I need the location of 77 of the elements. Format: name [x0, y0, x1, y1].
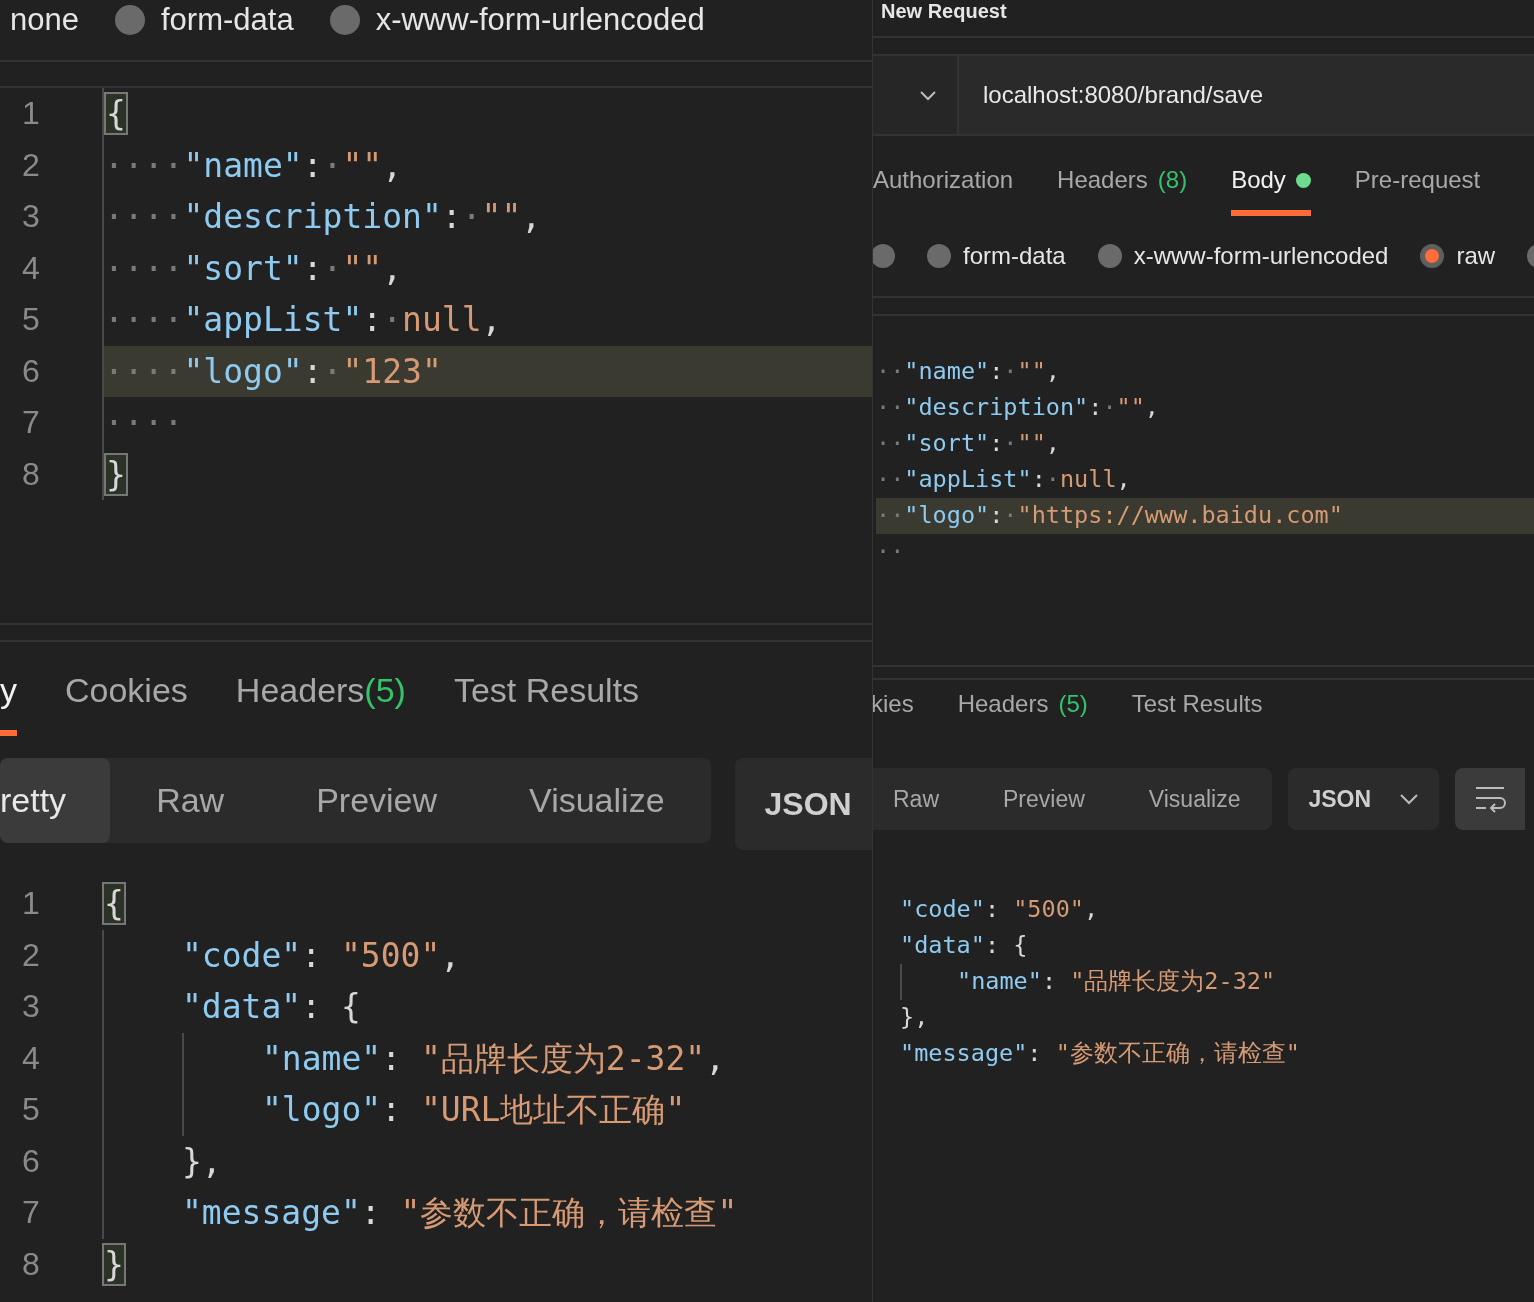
radio-option[interactable]: form-data	[927, 238, 1066, 274]
tab[interactable]: Headers (5)	[957, 686, 1088, 740]
tab[interactable]: Authorization	[873, 162, 1014, 216]
code-line: ····"name":·"",	[104, 144, 403, 187]
code-line: ····"description":·"",	[104, 196, 542, 238]
tab[interactable]: Headers (8)	[1057, 162, 1188, 216]
radio-option[interactable]: form-data	[114, 0, 294, 44]
code-line: ····"appList":·null,	[104, 299, 502, 341]
format-dropdown[interactable]: JSON	[1288, 768, 1440, 830]
line-number: 7	[21, 403, 41, 442]
tab[interactable]: Test Results	[453, 665, 640, 736]
line-number: 8	[21, 454, 41, 494]
radio-button[interactable]	[927, 244, 951, 268]
view-mode-tab[interactable]: Visualize	[1116, 768, 1273, 830]
code-line: ··"appList":·null,	[876, 464, 1131, 496]
code-line: "code": "500",	[900, 894, 1099, 926]
line-number: 2	[21, 145, 41, 185]
code-line: },	[182, 1140, 222, 1183]
view-mode-tab[interactable]: Preview	[971, 768, 1117, 830]
code-line: ··	[876, 536, 905, 568]
url-field[interactable]: localhost:8080/brand/save	[959, 56, 1534, 134]
code-line: ····	[104, 402, 184, 444]
line-number: 3	[21, 197, 41, 236]
wrap-lines-icon	[1474, 785, 1507, 813]
tab[interactable]: Headers(5)	[235, 665, 406, 736]
view-mode-tab[interactable]: Visualize	[483, 758, 711, 843]
tab[interactable]: Cookies	[65, 665, 188, 736]
line-number: 2	[21, 935, 41, 975]
tab[interactable]: y	[0, 665, 17, 736]
line-number: 5	[21, 300, 41, 339]
line-number: 7	[21, 1193, 41, 1232]
format-dropdown[interactable]: JSON	[734, 758, 872, 850]
code-line: "data": {	[182, 986, 361, 1028]
tab[interactable]: kies	[873, 686, 914, 740]
line-number: 1	[21, 94, 41, 133]
view-mode-tab[interactable]: Raw	[110, 758, 271, 843]
code-line: ····"sort":·"",	[104, 247, 403, 290]
caret-icon	[919, 89, 937, 101]
code-line: ····"logo":·"123"	[104, 350, 442, 393]
tab[interactable]: Pre-request	[1354, 162, 1481, 216]
code-line: "name": "品牌长度为2-32"	[957, 966, 1276, 998]
tab[interactable]: Body	[1231, 162, 1311, 216]
radio-button[interactable]	[873, 244, 895, 268]
code-line: ··"name":·"",	[876, 356, 1060, 388]
code-line: "name": "品牌长度为2-32",	[262, 1037, 726, 1080]
line-number: 4	[21, 1038, 41, 1078]
radio-option[interactable]: x-www-form-urlencoded	[329, 0, 705, 44]
code-line: },	[900, 1002, 929, 1034]
body-type-label[interactable]: none	[10, 0, 79, 44]
code-line: "data": {	[900, 930, 1028, 962]
code-line: ··"logo":·"https://www.baidu.com"	[876, 500, 1343, 532]
radio-option[interactable]: raw	[1420, 238, 1496, 274]
radio-button[interactable]	[1097, 244, 1122, 268]
line-number: 1	[21, 884, 41, 923]
line-number: 6	[21, 1141, 41, 1181]
line-number: 6	[21, 351, 41, 391]
tab[interactable]: Test Results	[1131, 686, 1263, 740]
view-mode-tab[interactable]: Preview	[270, 758, 484, 843]
wrap-lines-button[interactable]	[1455, 768, 1526, 830]
line-number: 5	[21, 1090, 41, 1129]
code-line: ··"description":·"",	[876, 392, 1159, 424]
line-number: 8	[21, 1244, 41, 1284]
radio-button[interactable]	[329, 5, 360, 35]
caret-icon	[1399, 793, 1420, 805]
line-number: 4	[21, 248, 41, 288]
radio-button[interactable]	[1420, 244, 1445, 268]
code-line: "logo": "URL地址不正确"	[262, 1089, 686, 1131]
view-mode-tab[interactable]: retty	[0, 758, 111, 843]
request-title: New Request	[880, 0, 1008, 24]
radio-button[interactable]	[114, 5, 145, 35]
code-line: ··"sort":·"",	[876, 428, 1060, 460]
code-line: "message": "参数不正确，请检查"	[182, 1192, 738, 1234]
code-line: "code": "500",	[182, 934, 461, 977]
line-number: 3	[21, 987, 41, 1026]
view-mode-tab[interactable]: Raw	[873, 768, 971, 830]
code-line: "message": "参数不正确，请检查"	[900, 1038, 1300, 1070]
radio-option[interactable]: x-www-form-urlencoded	[1097, 238, 1389, 274]
